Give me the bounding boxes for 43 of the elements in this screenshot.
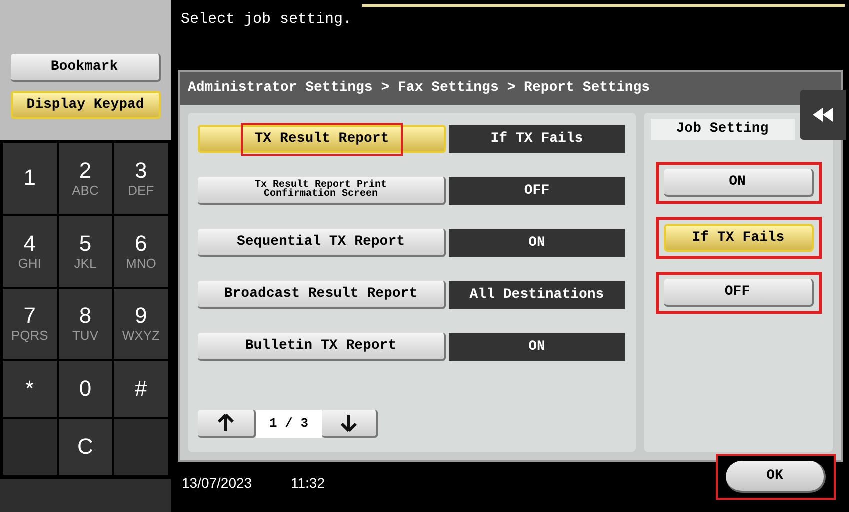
date-text: 13/07/2023: [182, 474, 252, 493]
keypad-key[interactable]: 7 PQRS: [3, 288, 57, 360]
setting-button[interactable]: Bulletin TX Report: [198, 333, 446, 361]
side-button[interactable]: Bookmark: [10, 54, 160, 82]
page-indicator: 1 / 3: [256, 410, 322, 438]
keypad-key[interactable]: 2 ABC: [58, 143, 112, 214]
option-button[interactable]: ON: [664, 169, 814, 197]
collapse-button[interactable]: [800, 90, 846, 140]
down-arrow-icon: [341, 414, 357, 432]
keypad-key[interactable]: 9 WXYZ: [114, 288, 168, 360]
setting-value: ON: [449, 229, 625, 257]
blank-key: [3, 419, 57, 475]
keypad-key[interactable]: 3 DEF: [114, 143, 168, 214]
setting-value: If TX Fails: [449, 125, 625, 153]
time-text: 11:32: [291, 474, 325, 493]
keypad-key[interactable]: 5 JKL: [58, 216, 112, 287]
instruction-text: Select job setting.: [181, 10, 352, 30]
side-button[interactable]: Display Keypad: [10, 91, 160, 119]
keypad-key[interactable]: 0: [58, 361, 112, 418]
setting-value: OFF: [449, 177, 625, 205]
page-up-button[interactable]: [198, 410, 256, 438]
setting-value: All Destinations: [449, 281, 625, 309]
setting-button[interactable]: Tx Result Report Print Confirmation Screen: [198, 177, 446, 205]
ok-button[interactable]: OK: [726, 461, 826, 493]
keypad-key[interactable]: 6 MNO: [114, 216, 168, 287]
setting-button[interactable]: Sequential TX Report: [198, 229, 446, 257]
breadcrumb-text: Administrator Settings > Fax Settings > Report Settings: [188, 79, 650, 98]
double-left-arrow-icon: [813, 108, 833, 122]
blank-key: [114, 419, 168, 475]
keypad-key[interactable]: #: [114, 361, 168, 418]
keypad-key[interactable]: *: [3, 361, 57, 418]
keypad-key[interactable]: C: [58, 419, 112, 475]
page-down-button[interactable]: [322, 410, 378, 438]
setting-button[interactable]: Broadcast Result Report: [198, 281, 446, 309]
keypad-key[interactable]: 1: [3, 143, 57, 214]
option-button[interactable]: OFF: [664, 279, 814, 307]
keypad-key[interactable]: 4 GHI: [3, 216, 57, 287]
setting-value: ON: [449, 333, 625, 361]
up-arrow-icon: [218, 414, 234, 432]
keypad-key[interactable]: 8 TUV: [58, 288, 112, 360]
option-button[interactable]: If TX Fails: [664, 224, 814, 252]
setting-button[interactable]: TX Result Report: [198, 125, 446, 153]
panel-title: Job Setting: [650, 119, 794, 140]
